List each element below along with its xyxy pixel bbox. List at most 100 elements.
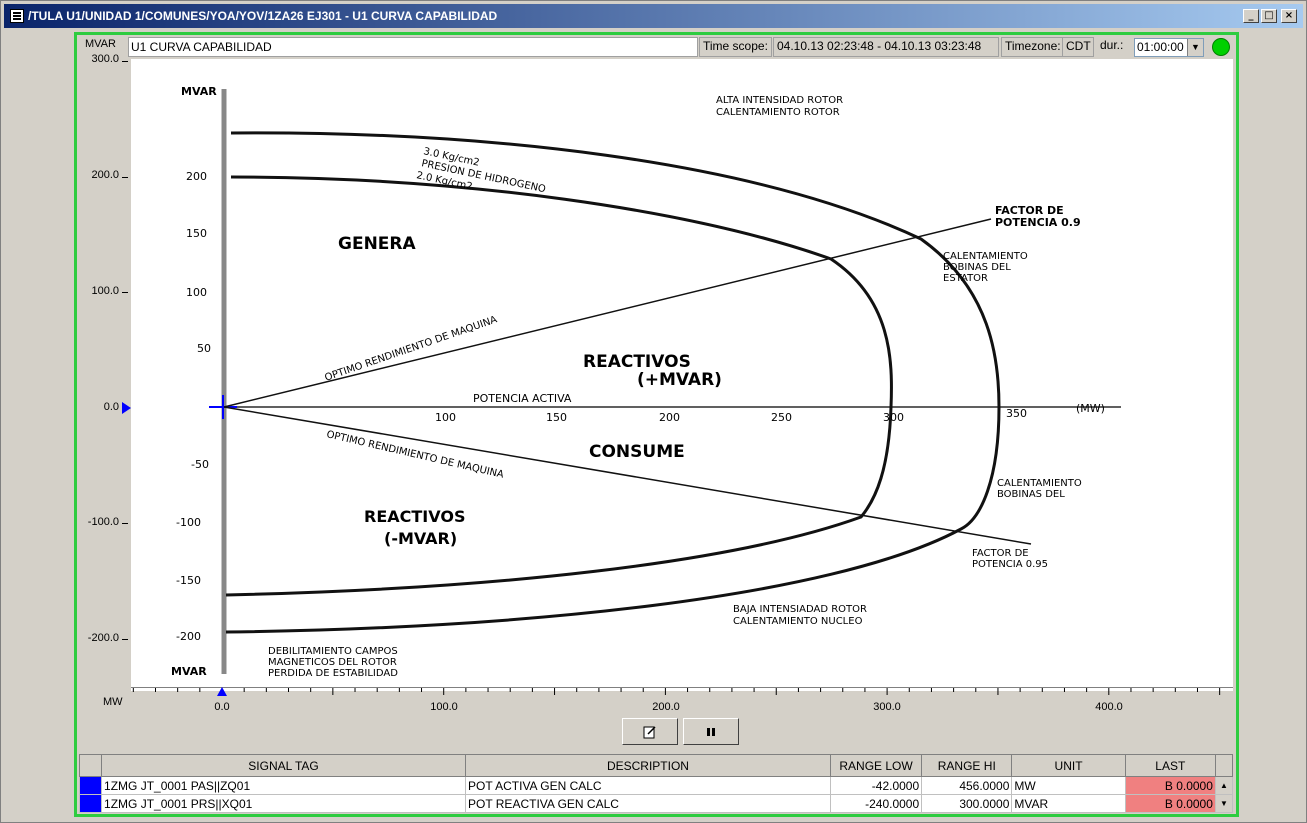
duration-label: dur.: xyxy=(1097,37,1127,57)
y-zero-marker[interactable] xyxy=(122,402,131,414)
close-button[interactable]: × xyxy=(1281,9,1297,23)
column-header-range-hi[interactable]: RANGE HI xyxy=(921,754,1013,777)
color-column-header xyxy=(78,754,103,777)
timezone-value[interactable]: CDT xyxy=(1062,37,1094,57)
series-color-swatch[interactable] xyxy=(78,776,103,795)
signal-tag-cell: 1ZMG JT_0001 PRS||XQ01 xyxy=(101,794,466,813)
y-tick-label: -200.0 xyxy=(87,632,119,644)
scrollbar-header xyxy=(1214,754,1234,777)
x-tick-label: 400.0 xyxy=(1095,701,1123,713)
scroll-up-icon[interactable]: ▲ xyxy=(1214,776,1234,795)
x-tick-label: 300.0 xyxy=(873,701,901,713)
inner-capability-curve xyxy=(225,175,893,597)
x300-label: 300 xyxy=(883,411,904,424)
table-row[interactable]: 1ZMG JT_0001 PAS||ZQ01 POT ACTIVA GEN CA… xyxy=(78,776,1234,795)
pause-button[interactable] xyxy=(683,718,739,745)
description-cell: POT ACTIVA GEN CALC xyxy=(464,776,831,795)
signal-tag-cell: 1ZMG JT_0001 PAS||ZQ01 xyxy=(101,776,466,795)
duration-value: 01:00:00 xyxy=(1137,40,1184,54)
x-axis-unit: MW xyxy=(103,696,123,708)
duration-select[interactable]: 01:00:00 ▼ xyxy=(1134,38,1204,57)
mvar-top-label: MVAR xyxy=(181,85,217,98)
y-tick xyxy=(122,639,128,640)
alta-label-2: CALENTAMIENTO ROTOR xyxy=(716,107,840,118)
range-low-cell: -240.0000 xyxy=(829,794,923,813)
x350-label: 350 xyxy=(1006,407,1027,420)
edit-button[interactable] xyxy=(622,718,678,745)
y200-label: 200 xyxy=(186,170,207,183)
reactivos-neg-unit: (-MVAR) xyxy=(384,529,457,548)
y150-label: 150 xyxy=(186,227,207,240)
last-value-cell: B 0.0000 xyxy=(1124,776,1216,795)
reactivos-pos-label: REACTIVOS xyxy=(583,352,691,372)
optimo-bottom-label: OPTIMO RENDIMIENTO DE MAQUINA xyxy=(325,429,504,481)
x-axis: 0.0 100.0 200.0 300.0 400.0 xyxy=(131,687,1233,717)
window-title: /TULA U1/UNIDAD 1/COMUNES/YOA/YOV/1ZA26 … xyxy=(28,9,498,23)
capability-curve-image: MVAR 200 150 100 50 -50 -100 -150 -200 M… xyxy=(131,59,1233,691)
column-header-range-low[interactable]: RANGE LOW xyxy=(829,754,923,777)
edit-icon xyxy=(643,725,656,738)
timezone-label: Timezone: xyxy=(1001,37,1065,57)
unit-cell: MW xyxy=(1011,776,1126,795)
cal-b-label-2: BOBINAS DEL xyxy=(997,489,1065,500)
trend-panel: MVAR U1 CURVA CAPABILIDAD Time scope: 04… xyxy=(74,32,1239,817)
mw-label: (MW) xyxy=(1076,402,1105,415)
y-tick-label: 200.0 xyxy=(91,169,119,181)
chart-title: U1 CURVA CAPABILIDAD xyxy=(128,37,698,57)
application-window: /TULA U1/UNIDAD 1/COMUNES/YOA/YOV/1ZA26 … xyxy=(0,0,1307,823)
signal-table: SIGNAL TAG DESCRIPTION RANGE LOW RANGE H… xyxy=(78,754,1234,813)
y-tick-label: 0.0 xyxy=(103,401,119,413)
optimo-top-label: OPTIMO RENDIMIENTO DE MAQUINA xyxy=(323,314,498,384)
column-header-unit[interactable]: UNIT xyxy=(1011,754,1126,777)
fp095-label-1: FACTOR DE xyxy=(972,548,1029,559)
table-row[interactable]: 1ZMG JT_0001 PRS||XQ01 POT REACTIVA GEN … xyxy=(78,794,1234,813)
y-tick-label: 300.0 xyxy=(91,53,119,65)
y-axis: 300.0 200.0 100.0 0.0 -100.0 -200.0 xyxy=(77,53,131,691)
y100-label: 100 xyxy=(186,286,207,299)
time-scope-value[interactable]: 04.10.13 02:23:48 - 04.10.13 03:23:48 xyxy=(773,37,999,57)
genera-label: GENERA xyxy=(338,234,416,254)
x-tick-label: 100.0 xyxy=(430,701,458,713)
x150-label: 150 xyxy=(546,411,567,424)
x250-label: 250 xyxy=(771,411,792,424)
y-tick xyxy=(122,61,128,62)
x-tick-label: 0.0 xyxy=(214,701,230,713)
cal-est-label-2: BOBINAS DEL xyxy=(943,262,1011,273)
chevron-down-icon[interactable]: ▼ xyxy=(1187,39,1203,56)
potencia-activa-label: POTENCIA ACTIVA xyxy=(473,392,572,405)
x-axis-ticks xyxy=(131,687,1233,695)
capability-diagram: MVAR 200 150 100 50 -50 -100 -150 -200 M… xyxy=(171,85,1121,679)
scroll-down-icon[interactable]: ▼ xyxy=(1214,794,1234,813)
description-cell: POT REACTIVA GEN CALC xyxy=(464,794,831,813)
x-zero-marker[interactable] xyxy=(217,687,227,696)
baja-label-2: CALENTAMIENTO NUCLEO xyxy=(733,616,863,627)
cal-est-label-1: CALENTAMIENTO xyxy=(943,251,1028,262)
unit-cell: MVAR xyxy=(1011,794,1126,813)
range-hi-cell: 456.0000 xyxy=(921,776,1013,795)
column-header-last[interactable]: LAST xyxy=(1124,754,1216,777)
cal-est-label-3: ESTATOR xyxy=(943,273,988,284)
maximize-button[interactable]: □ xyxy=(1261,9,1277,23)
minimize-button[interactable]: _ xyxy=(1243,9,1259,23)
x200-label: 200 xyxy=(659,411,680,424)
document-icon xyxy=(10,9,24,23)
yn50-label: -50 xyxy=(191,458,209,471)
x-tick-label: 200.0 xyxy=(652,701,680,713)
title-bar[interactable]: /TULA U1/UNIDAD 1/COMUNES/YOA/YOV/1ZA26 … xyxy=(4,4,1303,28)
y-tick xyxy=(122,177,128,178)
yn150-label: -150 xyxy=(176,574,201,587)
series-color-swatch[interactable] xyxy=(78,794,103,813)
cal-b-label-1: CALENTAMIENTO xyxy=(997,478,1082,489)
column-header-description[interactable]: DESCRIPTION xyxy=(464,754,831,777)
mvar-bottom-label: MVAR xyxy=(171,665,207,678)
yn200-label: -200 xyxy=(176,630,201,643)
y-tick xyxy=(122,292,128,293)
y-tick-label: -100.0 xyxy=(87,516,119,528)
power-factor-095-line xyxy=(223,406,1032,545)
fp09-label-2: POTENCIA 0.9 xyxy=(995,216,1081,229)
consume-label: CONSUME xyxy=(589,442,685,462)
column-header-signal-tag[interactable]: SIGNAL TAG xyxy=(101,754,466,777)
deb-label-2: MAGNETICOS DEL ROTOR xyxy=(268,657,397,668)
pause-icon xyxy=(707,727,715,736)
trend-toolbar: MVAR U1 CURVA CAPABILIDAD Time scope: 04… xyxy=(77,35,1236,59)
